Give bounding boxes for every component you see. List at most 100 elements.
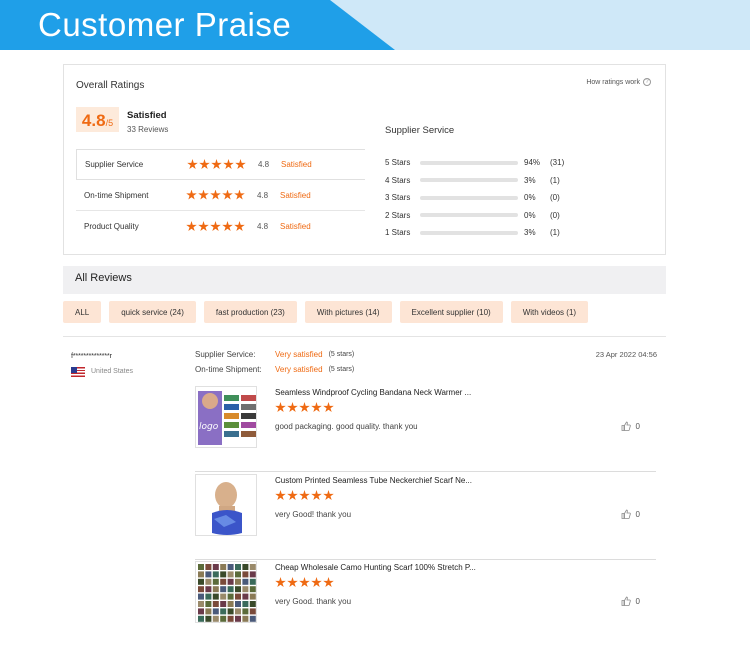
category-status: Satisfied xyxy=(280,190,311,200)
star-level-label: 5 Stars xyxy=(385,158,411,168)
category-row-supplier-service[interactable]: Supplier Service 4.8 Satisfied xyxy=(76,149,365,180)
filter-chip-all[interactable]: ALL xyxy=(63,301,102,323)
star-count: (0) xyxy=(550,193,560,203)
filter-chip-quick-service[interactable]: quick service (24) xyxy=(109,301,196,323)
shipment-label: On-time Shipment: xyxy=(195,365,262,374)
overall-ratings-panel: Overall Ratings How ratings work ? 4.8 /… xyxy=(63,64,666,255)
star-percent: 3% xyxy=(524,228,536,238)
category-row-product-quality[interactable]: Product Quality 4.8 Satisfied xyxy=(76,211,365,242)
star-icon xyxy=(287,490,298,501)
supplier-service-label: Supplier Service: xyxy=(195,350,256,359)
star-icon xyxy=(210,189,221,200)
progress-track xyxy=(420,195,518,200)
star-icon xyxy=(223,159,234,170)
category-score: 4.8 xyxy=(258,160,270,169)
praise-banner: Customer Praise xyxy=(0,0,750,50)
shipment-value: Very satisfied xyxy=(275,365,323,374)
star-icon xyxy=(199,159,210,170)
star-icon xyxy=(234,189,245,200)
review-filters: ALL quick service (24) fast production (… xyxy=(63,301,589,323)
star-count: (1) xyxy=(550,228,560,238)
filter-chip-excellent-supplier[interactable]: Excellent supplier (10) xyxy=(399,301,503,323)
section-divider xyxy=(63,336,666,337)
product-thumbnail[interactable]: logo xyxy=(195,386,257,448)
how-ratings-work-link[interactable]: How ratings work ? xyxy=(586,78,651,86)
banner-title: Customer Praise xyxy=(38,6,292,43)
star-distribution-row: 4 Stars 3% (1) xyxy=(385,172,665,190)
review-comment: good packaging. good quality. thank you xyxy=(275,422,418,431)
star-icon xyxy=(222,221,233,232)
supplier-service-value: Very satisfied xyxy=(275,350,323,359)
product-title[interactable]: Seamless Windproof Cycling Bandana Neck … xyxy=(275,388,471,397)
category-row-on-time-shipment[interactable]: On-time Shipment 4.8 Satisfied xyxy=(76,180,365,211)
svg-text:logo: logo xyxy=(199,422,219,432)
star-distribution-row: 1 Stars 3% (1) xyxy=(385,224,665,242)
filter-chip-with-videos[interactable]: With videos (1) xyxy=(510,301,589,323)
overall-ratings-heading: Overall Ratings xyxy=(76,80,145,91)
star-icon xyxy=(311,577,322,588)
star-icon xyxy=(299,402,310,413)
like-button[interactable]: 0 xyxy=(621,509,640,519)
like-button[interactable]: 0 xyxy=(621,421,640,431)
star-level-label: 2 Stars xyxy=(385,210,411,220)
like-count: 0 xyxy=(635,596,640,606)
shipment-rating: On-time Shipment: Very satisfied (5 star… xyxy=(195,365,354,374)
star-icon xyxy=(299,490,310,501)
supplier-service-breakdown-title: Supplier Service xyxy=(385,125,455,136)
star-distribution-row: 5 Stars 94% (31) xyxy=(385,154,665,172)
all-reviews-header: All Reviews xyxy=(63,266,666,294)
overall-score: 4.8 xyxy=(81,111,106,130)
category-status: Satisfied xyxy=(280,222,311,231)
thumbs-up-icon xyxy=(621,509,631,519)
us-flag-icon xyxy=(71,367,85,377)
reviewed-product: logo Seamless Windproof Cycling Bandana … xyxy=(195,386,656,472)
category-score: 4.8 xyxy=(257,190,269,200)
star-count: (31) xyxy=(550,158,565,168)
star-percent: 3% xyxy=(524,175,536,185)
progress-track xyxy=(420,230,518,235)
how-ratings-work-label: How ratings work xyxy=(586,78,640,86)
star-icon xyxy=(198,189,209,200)
product-stars xyxy=(275,577,334,588)
product-thumbnail[interactable] xyxy=(195,474,257,536)
star-icon xyxy=(311,402,322,413)
star-distribution: 5 Stars 94% (31) 4 Stars 3% (1) 3 Stars … xyxy=(385,154,665,242)
star-icon xyxy=(275,490,286,501)
review-comment: very Good! thank you xyxy=(275,510,352,519)
category-stars xyxy=(187,159,246,170)
star-distribution-row: 2 Stars 0% (0) xyxy=(385,207,665,225)
product-title[interactable]: Cheap Wholesale Camo Hunting Scarf 100% … xyxy=(275,563,476,572)
star-icon xyxy=(287,577,298,588)
star-icon xyxy=(323,577,334,588)
star-icon xyxy=(187,159,198,170)
star-icon xyxy=(299,577,310,588)
star-icon xyxy=(186,189,197,200)
reviewed-product: Custom Printed Seamless Tube Neckerchief… xyxy=(195,474,656,560)
category-stars xyxy=(186,189,245,201)
filter-chip-with-pictures[interactable]: With pictures (14) xyxy=(304,301,392,323)
category-name: On-time Shipment xyxy=(84,190,149,200)
thumbs-up-icon xyxy=(621,421,631,431)
star-icon xyxy=(234,221,245,232)
reviewer-country: United States xyxy=(91,368,134,375)
like-button[interactable]: 0 xyxy=(621,596,640,606)
star-icon xyxy=(210,221,221,232)
star-icon xyxy=(235,159,246,170)
product-thumbnail[interactable] xyxy=(195,561,257,623)
star-percent: 94% xyxy=(524,158,541,168)
star-level-label: 4 Stars xyxy=(385,175,411,185)
star-icon xyxy=(222,189,233,200)
progress-track xyxy=(420,213,518,218)
category-name: Supplier Service xyxy=(85,160,144,169)
progress-track xyxy=(420,178,518,183)
filter-chip-fast-production[interactable]: fast production (23) xyxy=(203,301,297,323)
product-title[interactable]: Custom Printed Seamless Tube Neckerchief… xyxy=(275,476,472,485)
product-stars xyxy=(275,490,334,501)
overall-score-badge: 4.8 /5 xyxy=(76,107,119,132)
supplier-service-rating: Supplier Service: Very satisfied (5 star… xyxy=(195,350,354,359)
star-count: (1) xyxy=(550,175,560,185)
reviewed-product: Cheap Wholesale Camo Hunting Scarf 100% … xyxy=(195,561,656,647)
star-level-label: 3 Stars xyxy=(385,193,411,203)
overall-review-count: 33 Reviews xyxy=(127,125,169,134)
like-count: 0 xyxy=(635,421,640,431)
